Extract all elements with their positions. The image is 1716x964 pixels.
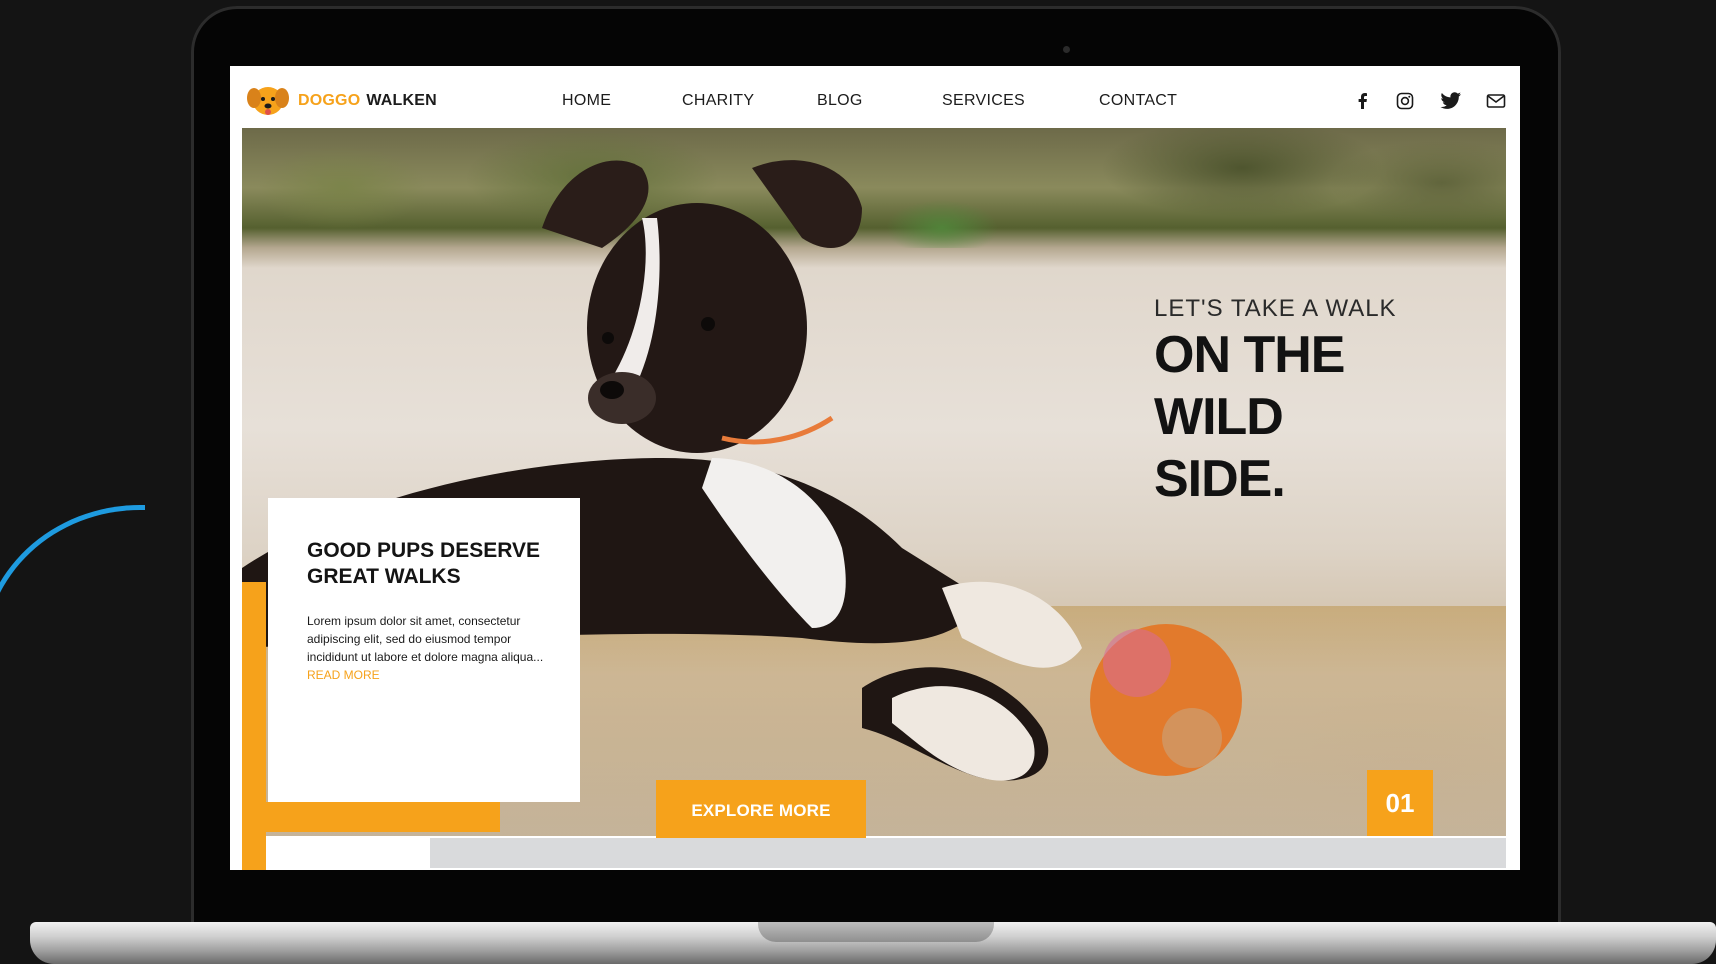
horizontal-scroll-track[interactable]	[430, 838, 1506, 868]
mail-icon[interactable]	[1486, 92, 1506, 110]
hero-tagline: LET'S TAKE A WALK	[1154, 295, 1397, 322]
brand-name[interactable]: DOGGO WALKEN	[298, 92, 437, 110]
dog-face-icon[interactable]	[246, 82, 290, 118]
facebook-icon[interactable]	[1354, 92, 1372, 110]
card-body: Lorem ipsum dolor sit amet, consectetur …	[307, 612, 547, 684]
hero-headline-line: SIDE.	[1154, 450, 1286, 508]
top-navigation: DOGGO WALKEN HOME CHARITY BLOG SERVICES C…	[230, 66, 1520, 130]
accent-bar-bottom	[242, 802, 500, 832]
read-more-link[interactable]: READ MORE	[307, 668, 380, 682]
hero-headline: ON THE WILD SIDE.	[1154, 324, 1345, 510]
nav-item-contact[interactable]: CONTACT	[1099, 92, 1177, 110]
camera-dot	[1063, 46, 1070, 53]
laptop-notch	[758, 922, 994, 942]
brand-name-part1: DOGGO	[298, 92, 361, 109]
slide-number-badge[interactable]: 01	[1367, 770, 1433, 836]
laptop-screen: DOGGO WALKEN HOME CHARITY BLOG SERVICES C…	[230, 66, 1520, 870]
hero-headline-line: ON THE	[1154, 326, 1345, 384]
decorative-arc	[0, 505, 145, 830]
brand-name-part2: WALKEN	[366, 92, 437, 109]
nav-item-home[interactable]: HOME	[562, 92, 611, 110]
card-body-text: Lorem ipsum dolor sit amet, consectetur …	[307, 614, 544, 664]
feature-card: GOOD PUPS DESERVE GREAT WALKS Lorem ipsu…	[268, 498, 580, 802]
twitter-icon[interactable]	[1440, 92, 1462, 110]
explore-more-button[interactable]: EXPLORE MORE	[656, 780, 866, 842]
nav-item-services[interactable]: SERVICES	[942, 92, 1025, 110]
hero-headline-line: WILD	[1154, 388, 1284, 446]
nav-item-charity[interactable]: CHARITY	[682, 92, 754, 110]
nav-item-blog[interactable]: BLOG	[817, 92, 863, 110]
card-title: GOOD PUPS DESERVE GREAT WALKS	[307, 539, 541, 588]
instagram-icon[interactable]	[1396, 92, 1414, 110]
